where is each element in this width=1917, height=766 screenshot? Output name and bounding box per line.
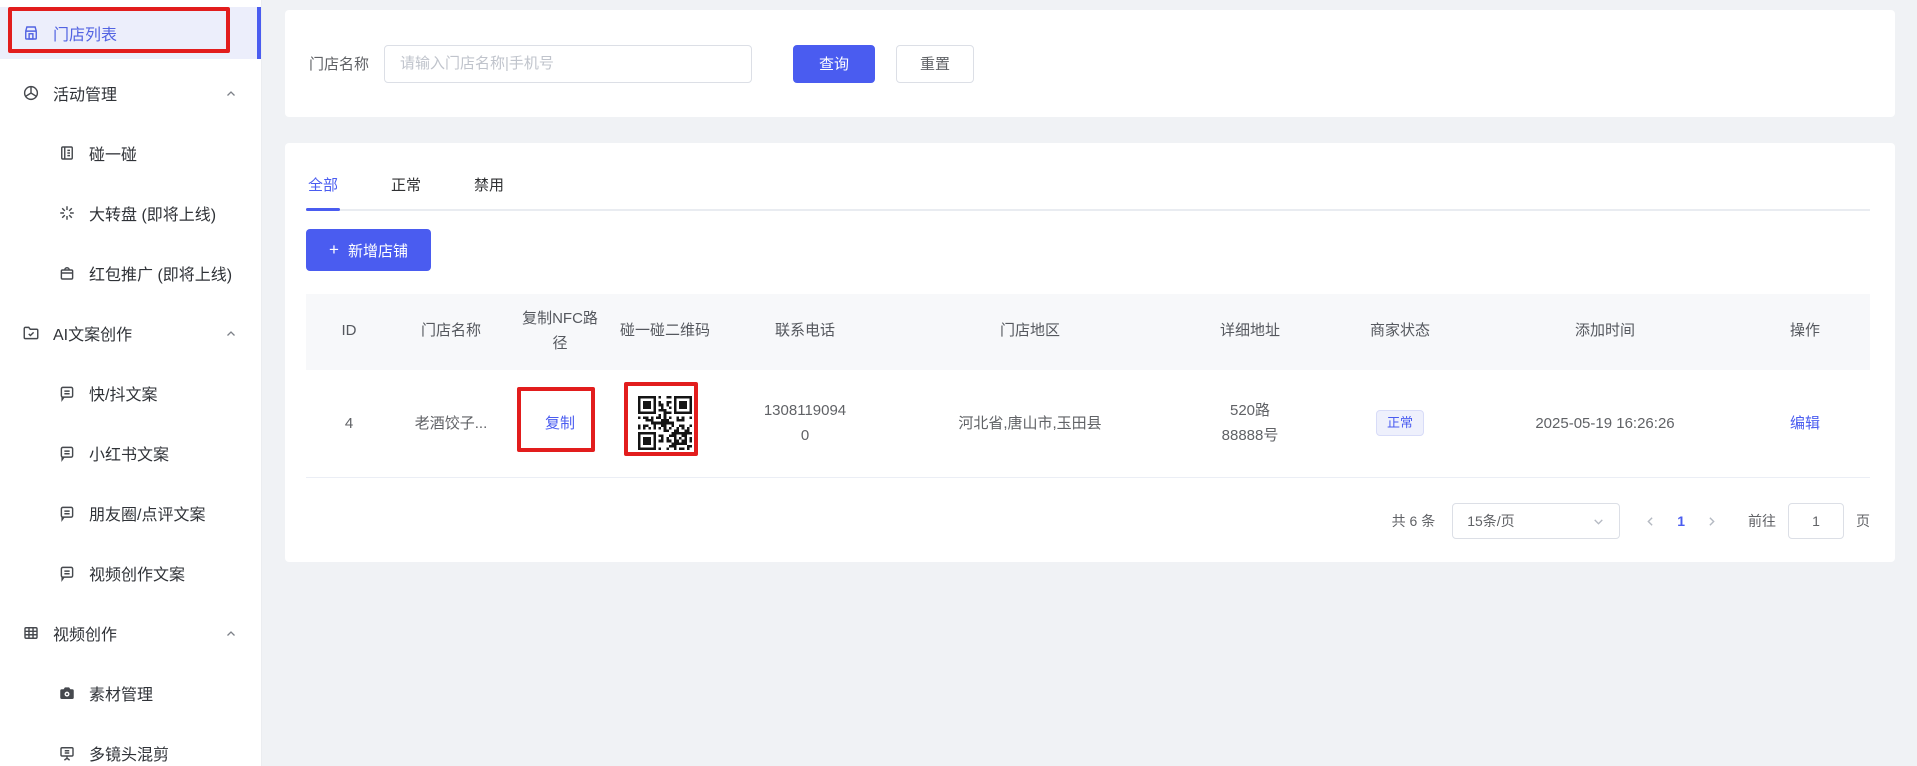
col-header-store-name: 门店名称	[392, 294, 510, 370]
sidebar-item-label: 红包推广 (即将上线)	[89, 261, 232, 285]
status-badge: 正常	[1376, 410, 1424, 436]
sidebar-item-kuai-douyin-copy[interactable]: 快/抖文案	[0, 367, 261, 419]
page-number[interactable]: 1	[1677, 513, 1685, 529]
col-header-region: 门店地区	[890, 294, 1170, 370]
add-store-label: 新增店铺	[348, 240, 408, 261]
tab-all[interactable]: 全部	[306, 163, 340, 209]
status-tabs: 全部 正常 禁用	[306, 163, 1870, 211]
film-grid-icon	[22, 624, 40, 642]
cell-address: 520路88888号	[1217, 398, 1283, 449]
cell-store-name: 老酒饺子...	[392, 370, 510, 478]
query-button[interactable]: 查询	[793, 45, 875, 83]
sidebar-item-activity-management[interactable]: 活动管理	[0, 67, 261, 119]
total-count: 共 6 条	[1392, 511, 1436, 531]
sidebar-item-redpacket[interactable]: 红包推广 (即将上线)	[0, 247, 261, 299]
sidebar-item-video-creation[interactable]: 视频创作	[0, 607, 261, 659]
col-header-id: ID	[306, 294, 392, 370]
comment-icon	[58, 504, 76, 522]
col-header-qr: 碰一碰二维码	[610, 294, 720, 370]
col-header-copy-nfc: 复制NFC路径	[510, 294, 610, 370]
cell-phone: 13081190940	[761, 398, 849, 449]
sidebar-item-ai-copywriting[interactable]: AI文案创作	[0, 307, 261, 359]
edit-link[interactable]: 编辑	[1790, 415, 1820, 432]
sidebar-item-label: 活动管理	[53, 81, 117, 105]
col-header-address: 详细地址	[1170, 294, 1330, 370]
col-header-status: 商家状态	[1330, 294, 1470, 370]
sidebar-item-material-management[interactable]: 素材管理	[0, 667, 261, 719]
sidebar-item-xiaohongshu-copy[interactable]: 小红书文案	[0, 427, 261, 479]
sidebar-item-label: 门店列表	[53, 21, 117, 45]
folder-check-icon	[22, 324, 40, 342]
notebook-icon	[58, 144, 76, 162]
comment-icon	[58, 384, 76, 402]
projector-screen-icon	[58, 744, 76, 762]
tab-disabled[interactable]: 禁用	[472, 163, 506, 209]
qr-code[interactable]	[638, 396, 692, 450]
sidebar-item-wheel[interactable]: 大转盘 (即将上线)	[0, 187, 261, 239]
search-panel: 门店名称 查询 重置	[285, 10, 1895, 117]
sidebar-item-multicam-mix[interactable]: 多镜头混剪	[0, 727, 261, 766]
table-row: 4 老酒饺子... 复制 13081190940	[306, 370, 1870, 478]
page-size-value: 15条/页	[1467, 511, 1514, 531]
store-list-panel: 全部 正常 禁用 + 新增店铺 ID 门店名称 复制NFC路径 碰一碰二维码 联…	[285, 143, 1895, 562]
comment-icon	[58, 444, 76, 462]
sidebar-item-label: 多镜头混剪	[89, 741, 169, 765]
cell-id: 4	[306, 370, 392, 478]
sidebar-item-label: 素材管理	[89, 681, 153, 705]
sidebar-item-label: 小红书文案	[89, 441, 169, 465]
cell-region: 河北省,唐山市,玉田县	[890, 370, 1170, 478]
goto-unit: 页	[1856, 511, 1870, 531]
sidebar-item-video-copy[interactable]: 视频创作文案	[0, 547, 261, 599]
col-header-actions: 操作	[1740, 294, 1870, 370]
cell-add-time: 2025-05-19 16:26:26	[1470, 370, 1740, 478]
chevron-up-icon	[225, 88, 237, 100]
comment-icon	[58, 564, 76, 582]
table-header-row: ID 门店名称 复制NFC路径 碰一碰二维码 联系电话 门店地区 详细地址 商家…	[306, 294, 1870, 370]
tab-normal[interactable]: 正常	[389, 163, 423, 209]
next-page-icon[interactable]	[1705, 515, 1718, 528]
sidebar-item-label: 视频创作文案	[89, 561, 185, 585]
main-content: 门店名称 查询 重置 全部 正常 禁用 + 新增店铺 ID 门店名称 复制NFC…	[262, 0, 1917, 766]
sidebar-item-label: AI文案创作	[53, 321, 132, 345]
camera-icon	[58, 684, 76, 702]
sidebar-item-store-list[interactable]: 门店列表	[0, 7, 261, 59]
spinner-burst-icon	[58, 204, 76, 222]
copy-nfc-link[interactable]: 复制	[545, 415, 575, 432]
pagination: 共 6 条 15条/页 1 前往 页	[306, 503, 1870, 539]
store-name-label: 门店名称	[309, 53, 369, 74]
sidebar-item-moments-review-copy[interactable]: 朋友圈/点评文案	[0, 487, 261, 539]
sidebar-item-touch[interactable]: 碰一碰	[0, 127, 261, 179]
add-store-button[interactable]: + 新增店铺	[306, 229, 431, 271]
sidebar: 门店列表 活动管理 碰一碰 大转盘 (即将上线) 红包推广 (即将上线) AI文…	[0, 0, 262, 766]
goto-label: 前往	[1748, 511, 1776, 531]
col-header-phone: 联系电话	[720, 294, 890, 370]
sidebar-item-label: 大转盘 (即将上线)	[89, 201, 216, 225]
chevron-up-icon	[225, 328, 237, 340]
col-header-time: 添加时间	[1470, 294, 1740, 370]
page-size-select[interactable]: 15条/页	[1452, 503, 1620, 539]
sidebar-item-label: 朋友圈/点评文案	[89, 501, 205, 525]
prev-page-icon[interactable]	[1644, 515, 1657, 528]
reset-button[interactable]: 重置	[896, 45, 974, 83]
goto-page-input[interactable]	[1788, 503, 1844, 539]
activity-wheel-icon	[22, 84, 40, 102]
storefront-icon	[22, 24, 40, 42]
chevron-up-icon	[225, 628, 237, 640]
sidebar-item-label: 碰一碰	[89, 141, 137, 165]
store-table: ID 门店名称 复制NFC路径 碰一碰二维码 联系电话 门店地区 详细地址 商家…	[306, 294, 1870, 478]
sidebar-item-label: 视频创作	[53, 621, 117, 645]
sidebar-item-label: 快/抖文案	[89, 381, 157, 405]
store-name-input[interactable]	[384, 45, 752, 83]
gift-bag-icon	[58, 264, 76, 282]
plus-icon: +	[329, 240, 339, 260]
chevron-down-icon	[1592, 515, 1605, 528]
